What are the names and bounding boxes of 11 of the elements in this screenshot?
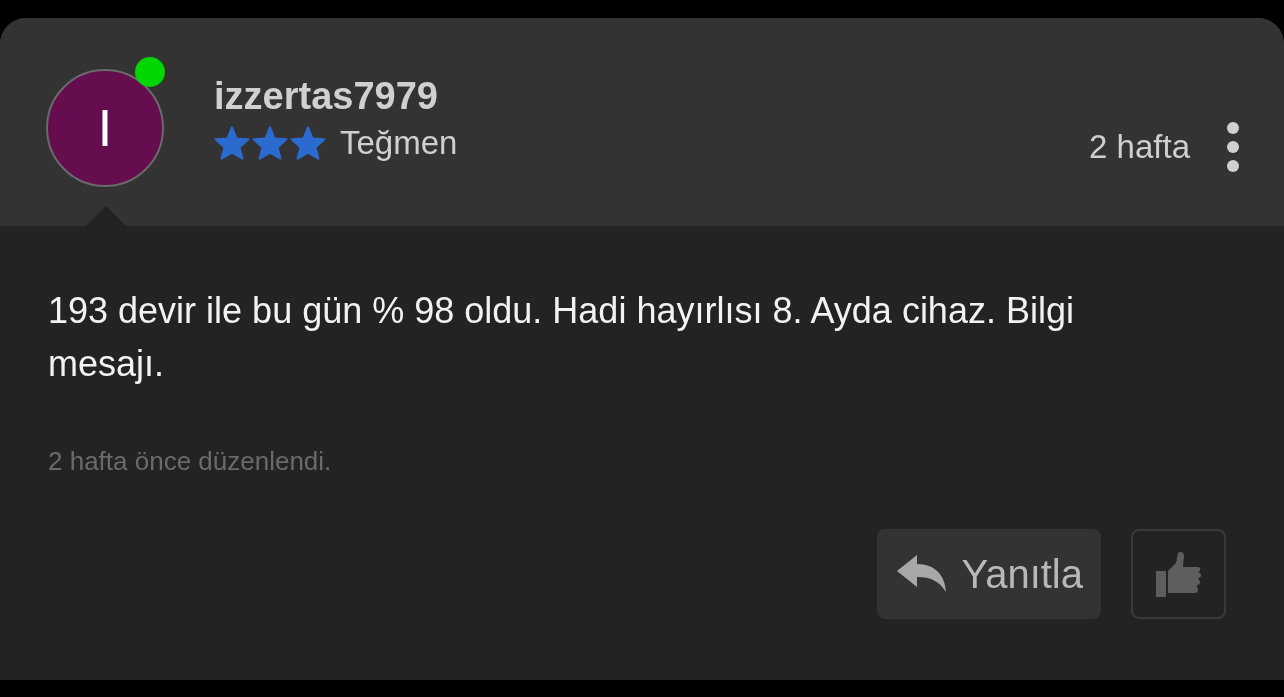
edited-note: 2 hafta önce düzenlendi.	[48, 446, 333, 477]
more-options-icon[interactable]	[1226, 122, 1240, 172]
reply-button[interactable]: Yanıtla	[877, 529, 1101, 619]
post-time: 2 hafta	[1089, 128, 1190, 166]
thumbs-up-icon	[1155, 551, 1202, 597]
user-rank: Teğmen	[340, 123, 458, 162]
comment-text: 193 devir ile bu gün % 98 oldu. Hadi hayırlısı 8. Ayda cihaz. Bilgi mesajı.	[48, 289, 1075, 386]
user-avatar[interactable]: I	[46, 69, 164, 187]
username[interactable]: izzertas7979	[214, 74, 458, 118]
like-button[interactable]	[1131, 529, 1226, 619]
reply-arrow-icon	[897, 555, 948, 593]
